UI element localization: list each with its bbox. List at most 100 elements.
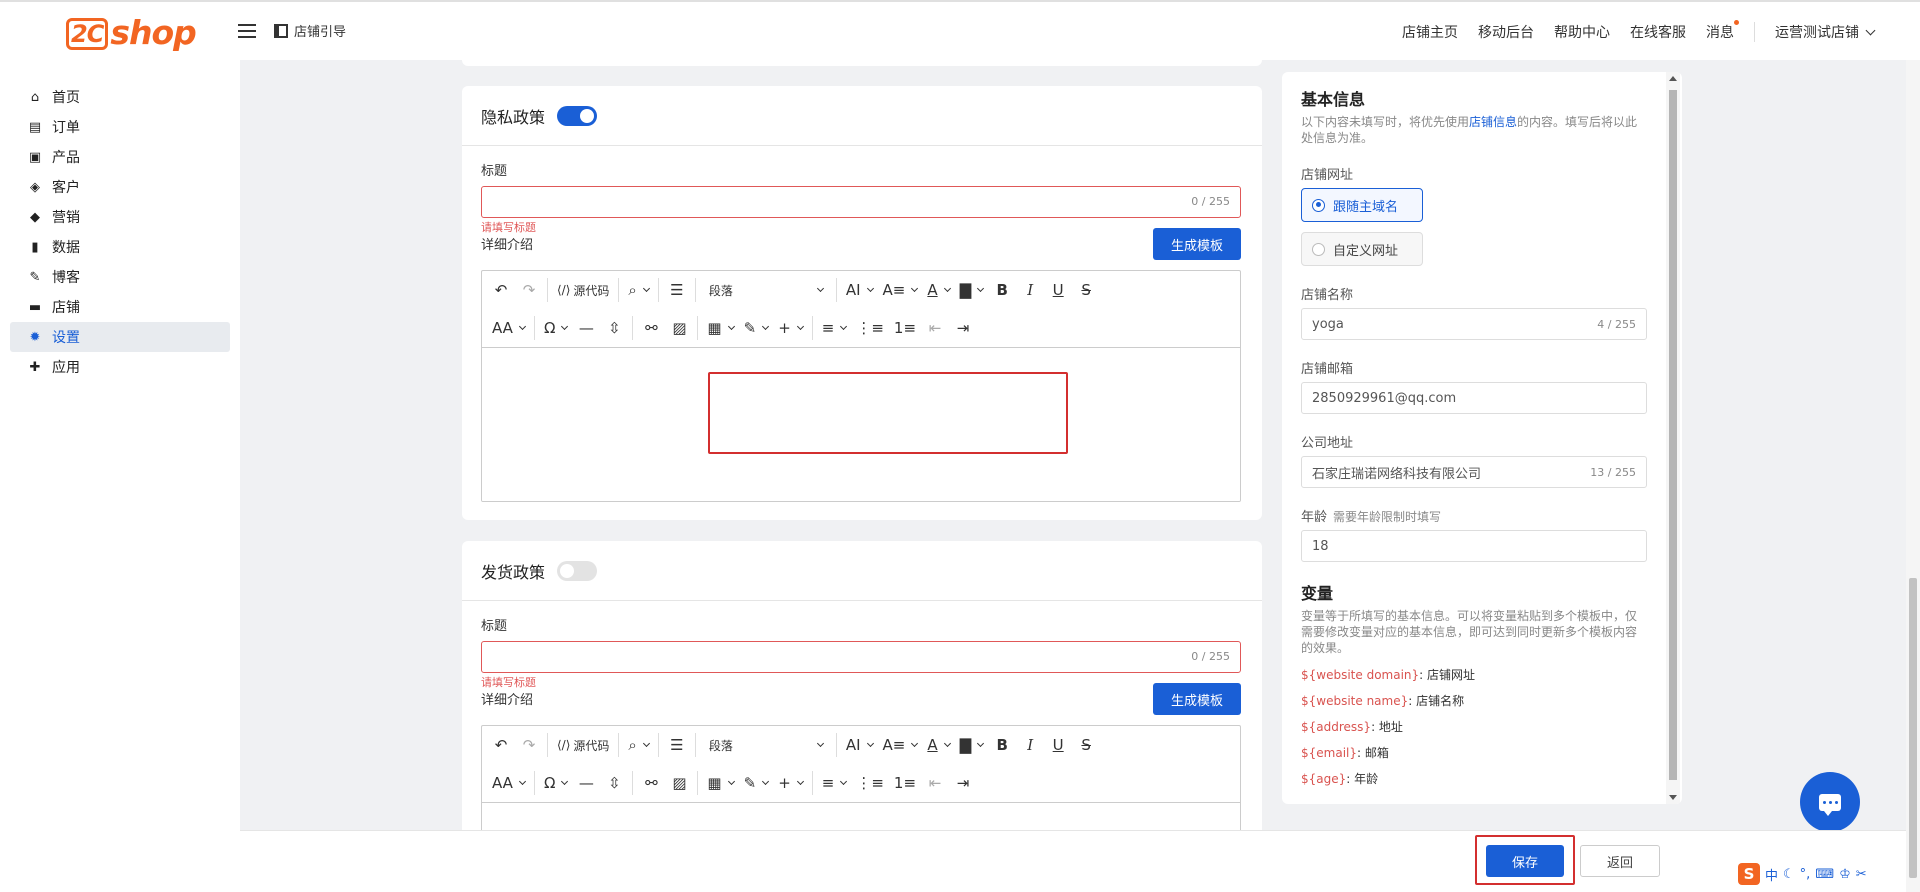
editor-content-area[interactable] [482,802,1240,831]
align-icon[interactable]: ≡ [818,314,851,342]
radio-custom-url[interactable]: 自定义网址 [1301,232,1423,266]
ime-language[interactable]: 中 [1765,865,1778,884]
store-email-input[interactable]: 2850929961@qq.com [1301,382,1647,414]
highlight-icon[interactable]: ✎ [740,769,773,797]
store-name-input[interactable]: yoga 4 / 255 [1301,308,1647,340]
select-all-icon[interactable]: ☰ [664,731,690,759]
store-selector[interactable]: 运营测试店铺 [1775,22,1876,42]
italic-icon[interactable]: I [1017,276,1043,304]
redo-icon[interactable]: ↷ [516,276,542,304]
page-break-icon[interactable]: ⇳ [601,769,627,797]
skin-icon[interactable]: ♔ [1839,867,1851,882]
menu-toggle-icon[interactable] [238,22,256,40]
find-replace-icon[interactable]: ⌕ [624,731,652,759]
select-all-icon[interactable]: ☰ [664,276,690,304]
sidebar-item-marketing[interactable]: ◆ 营销 [10,202,230,232]
sidebar-item-customers[interactable]: ◈ 客户 [10,172,230,202]
keyboard-icon[interactable]: ⌨ [1815,867,1834,882]
source-code-button[interactable]: ⟨/⟩ 源代码 [553,731,613,759]
align-icon[interactable]: ≡ [818,769,851,797]
image-icon[interactable]: ▨ [666,769,692,797]
privacy-title-input[interactable]: 0 / 255 [481,186,1241,218]
indent-icon[interactable]: ⇥ [950,769,976,797]
chat-support-button[interactable] [1800,772,1860,832]
sidebar-item-apps[interactable]: ✚ 应用 [10,352,230,382]
source-code-button[interactable]: ⟨/⟩ 源代码 [553,276,613,304]
tools-icon[interactable]: ✂ [1856,867,1867,882]
undo-icon[interactable]: ↶ [488,276,514,304]
outdent-icon[interactable]: ⇤ [922,769,948,797]
insert-icon[interactable]: + [774,769,807,797]
highlight-icon[interactable]: ✎ [740,314,773,342]
store-guide-link[interactable]: 店铺引导 [274,21,346,40]
background-color-icon[interactable]: ▇ [956,731,988,759]
underline-icon[interactable]: U [1045,731,1071,759]
font-family-icon[interactable]: AA [488,769,529,797]
save-button[interactable]: 保存 [1486,845,1564,877]
outdent-icon[interactable]: ⇤ [922,314,948,342]
nav-messages[interactable]: 消息 [1706,20,1739,42]
editor-content-area[interactable] [482,347,1240,501]
shipping-policy-toggle[interactable] [557,560,598,581]
insert-icon[interactable]: + [774,314,807,342]
font-size-icon[interactable]: AI [842,276,877,304]
numbered-list-icon[interactable]: 1≡ [890,769,920,797]
moon-icon[interactable]: ☾ [1783,867,1795,882]
page-scrollbar[interactable] [1906,60,1920,892]
font-size-icon[interactable]: AI [842,731,877,759]
bold-icon[interactable]: B [989,731,1015,759]
shipping-title-input[interactable]: 0 / 255 [481,641,1241,673]
special-char-icon[interactable]: Ω [540,314,571,342]
line-height-icon[interactable]: A≡ [879,731,922,759]
bold-icon[interactable]: B [989,276,1015,304]
table-icon[interactable]: ▦ [703,769,737,797]
block-format-select[interactable]: 段落 [701,276,831,304]
sidebar-item-products[interactable]: ▣ 产品 [10,142,230,172]
text-color-icon[interactable]: A [923,276,953,304]
sidebar-item-data[interactable]: ▮ 数据 [10,232,230,262]
ime-toolbar[interactable]: S 中 ☾ °, ⌨ ♔ ✂ [1734,862,1871,886]
background-color-icon[interactable]: ▇ [956,276,988,304]
numbered-list-icon[interactable]: 1≡ [890,314,920,342]
nav-help-center[interactable]: 帮助中心 [1554,22,1610,42]
sidebar-item-settings[interactable]: ✹ 设置 [10,322,230,352]
redo-icon[interactable]: ↷ [516,731,542,759]
special-char-icon[interactable]: Ω [540,769,571,797]
indent-icon[interactable]: ⇥ [950,314,976,342]
nav-mobile-admin[interactable]: 移动后台 [1478,22,1534,42]
radio-follow-domain[interactable]: 跟随主域名 [1301,188,1423,222]
back-button[interactable]: 返回 [1580,845,1660,877]
page-break-icon[interactable]: ⇳ [601,314,627,342]
sidebar-item-store[interactable]: ▬ 店铺 [10,292,230,322]
text-color-icon[interactable]: A [923,731,953,759]
strikethrough-icon[interactable]: S [1073,276,1099,304]
store-info-link[interactable]: 店铺信息 [1469,115,1517,129]
sidebar-item-home[interactable]: ⌂ 首页 [10,82,230,112]
generate-template-button[interactable]: 生成模板 [1153,683,1241,715]
privacy-policy-toggle[interactable] [557,105,598,126]
generate-template-button[interactable]: 生成模板 [1153,228,1241,260]
bullet-list-icon[interactable]: ⋮≡ [852,769,888,797]
age-input[interactable]: 18 [1301,530,1647,562]
table-icon[interactable]: ▦ [703,314,737,342]
panel-scrollbar[interactable] [1666,72,1680,804]
font-family-icon[interactable]: AA [488,314,529,342]
underline-icon[interactable]: U [1045,276,1071,304]
nav-online-service[interactable]: 在线客服 [1630,22,1686,42]
find-replace-icon[interactable]: ⌕ [624,276,652,304]
line-height-icon[interactable]: A≡ [879,276,922,304]
link-icon[interactable]: ⚯ [638,314,664,342]
sidebar-item-blog[interactable]: ✎ 博客 [10,262,230,292]
link-icon[interactable]: ⚯ [638,769,664,797]
strikethrough-icon[interactable]: S [1073,731,1099,759]
italic-icon[interactable]: I [1017,731,1043,759]
horizontal-line-icon[interactable]: — [573,314,599,342]
punctuation-icon[interactable]: °, [1800,867,1811,882]
bullet-list-icon[interactable]: ⋮≡ [852,314,888,342]
company-address-input[interactable]: 石家庄瑞诺网络科技有限公司 13 / 255 [1301,456,1647,488]
nav-store-home[interactable]: 店铺主页 [1402,22,1458,42]
brand-logo[interactable]: 2C shop [66,12,197,52]
undo-icon[interactable]: ↶ [488,731,514,759]
sidebar-item-orders[interactable]: ▤ 订单 [10,112,230,142]
block-format-select[interactable]: 段落 [701,731,831,759]
